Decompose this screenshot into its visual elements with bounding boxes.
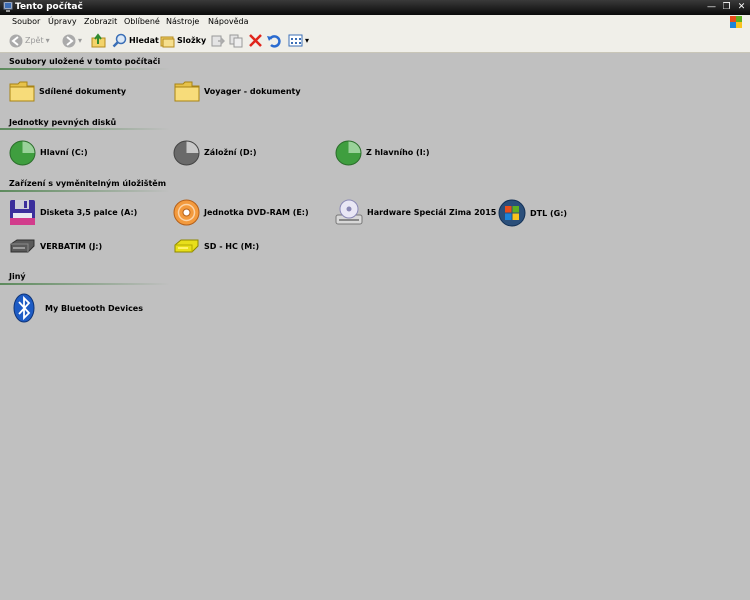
search-icon (112, 33, 127, 48)
hard-drive-icon (9, 140, 36, 166)
forward-arrow-icon (62, 34, 76, 47)
back-arrow-icon (9, 34, 23, 47)
views-icon (288, 34, 303, 47)
delete-icon (249, 34, 262, 47)
menu-view[interactable]: Zobrazit (84, 17, 117, 26)
up-folder-button[interactable] (91, 32, 106, 49)
chevron-down-icon: ▾ (45, 36, 50, 45)
menu-bar: Soubor Úpravy Zobrazit Oblíbené Nástroje… (0, 15, 750, 29)
item-label: Z hlavního (I:) (366, 148, 430, 157)
item-cd-f[interactable]: Hardware Speciál Zima 2015 (F:) (335, 199, 515, 226)
folder-icon (174, 81, 200, 102)
dvd-drive-icon (173, 199, 200, 226)
chevron-down-icon: ▾ (305, 36, 310, 45)
menu-favorites[interactable]: Oblíbené (124, 17, 160, 26)
hard-drive-icon (335, 140, 362, 166)
item-label: Hlavní (C:) (40, 148, 88, 157)
menu-help[interactable]: Nápověda (208, 17, 249, 26)
folder-icon (9, 81, 35, 102)
move-to-icon (211, 35, 225, 47)
undo-button[interactable] (266, 32, 281, 49)
item-shared-documents[interactable]: Sdílené dokumenty (9, 80, 126, 102)
back-button[interactable]: Zpět ▾ (9, 32, 50, 49)
item-label: Sdílené dokumenty (39, 86, 127, 96)
window-title: Tento počítač (15, 2, 83, 12)
sd-card-icon (174, 239, 199, 253)
move-to-button[interactable] (210, 32, 225, 49)
folders-label: Složky (177, 36, 207, 45)
file-view: Soubory uložené v tomto počítači Sdílené… (0, 53, 750, 600)
hard-drive-icon (173, 140, 200, 166)
undo-icon (267, 35, 281, 48)
usb-drive-icon (10, 239, 35, 253)
item-dtl-g[interactable]: DTL (G:) (498, 199, 567, 227)
item-drive-d[interactable]: Záložní (D:) (173, 139, 256, 166)
item-bluetooth-devices[interactable]: My Bluetooth Devices (13, 293, 143, 323)
item-label: My Bluetooth Devices (45, 303, 143, 313)
item-voyager-documents[interactable]: Voyager - dokumenty (174, 80, 301, 102)
item-label: Záložní (D:) (204, 148, 257, 157)
bluetooth-icon (13, 293, 35, 323)
item-label: Disketa 3,5 palce (A:) (40, 208, 138, 217)
menu-file[interactable]: Soubor (12, 17, 40, 26)
folders-icon (160, 36, 175, 48)
group-header-other: Jiný (9, 272, 26, 281)
copy-to-icon (229, 34, 243, 48)
group-divider (0, 283, 170, 285)
item-drive-c[interactable]: Hlavní (C:) (9, 139, 88, 166)
maximize-button[interactable]: ❐ (720, 1, 733, 14)
item-floppy-a[interactable]: Disketa 3,5 palce (A:) (9, 199, 137, 226)
toolbar: Zpět ▾ ▾ Hledat Složky ▾ (0, 29, 750, 53)
menu-edit[interactable]: Úpravy (48, 17, 77, 26)
item-label: SD - HC (M:) (204, 241, 260, 251)
windows-logo-icon (498, 199, 526, 227)
delete-button[interactable] (248, 32, 263, 49)
menu-tools[interactable]: Nástroje (166, 17, 199, 26)
group-header-hard-drives: Jednotky pevných disků (9, 118, 117, 127)
item-verbatim-j[interactable]: VERBATIM (J:) (9, 238, 102, 254)
group-header-stored-files: Soubory uložené v tomto počítači (9, 57, 161, 66)
search-label: Hledat (129, 36, 159, 45)
forward-button[interactable]: ▾ (62, 32, 82, 49)
folder-up-icon (91, 33, 106, 48)
chevron-down-icon: ▾ (78, 36, 83, 45)
copy-to-button[interactable] (229, 32, 244, 49)
item-label: Hardware Speciál Zima 2015 (F:) (367, 208, 515, 217)
item-label: DTL (G:) (530, 208, 568, 218)
windows-flag-icon (730, 16, 742, 28)
folders-button[interactable]: Složky (160, 32, 206, 49)
item-label: Jednotka DVD-RAM (E:) (204, 208, 309, 217)
group-divider (0, 68, 170, 70)
cd-drive-icon (335, 199, 363, 225)
item-sd-hc-m[interactable]: SD - HC (M:) (173, 238, 259, 254)
item-drive-i[interactable]: Z hlavního (I:) (335, 139, 430, 166)
item-label: VERBATIM (J:) (40, 241, 103, 251)
views-button[interactable]: ▾ (288, 32, 309, 49)
group-divider (0, 190, 170, 192)
title-bar: Tento počítač — ❐ ✕ (0, 0, 750, 15)
back-label: Zpět (25, 36, 44, 45)
floppy-disk-icon (10, 200, 35, 225)
close-button[interactable]: ✕ (735, 1, 748, 14)
item-label: Voyager - dokumenty (204, 86, 301, 96)
minimize-button[interactable]: — (705, 1, 718, 14)
search-button[interactable]: Hledat (112, 32, 159, 49)
computer-icon (3, 2, 13, 12)
group-header-removable-storage: Zařízení s vyměnitelným úložištěm (9, 179, 167, 188)
group-divider (0, 128, 170, 130)
item-dvd-ram-e[interactable]: Jednotka DVD-RAM (E:) (173, 199, 309, 226)
